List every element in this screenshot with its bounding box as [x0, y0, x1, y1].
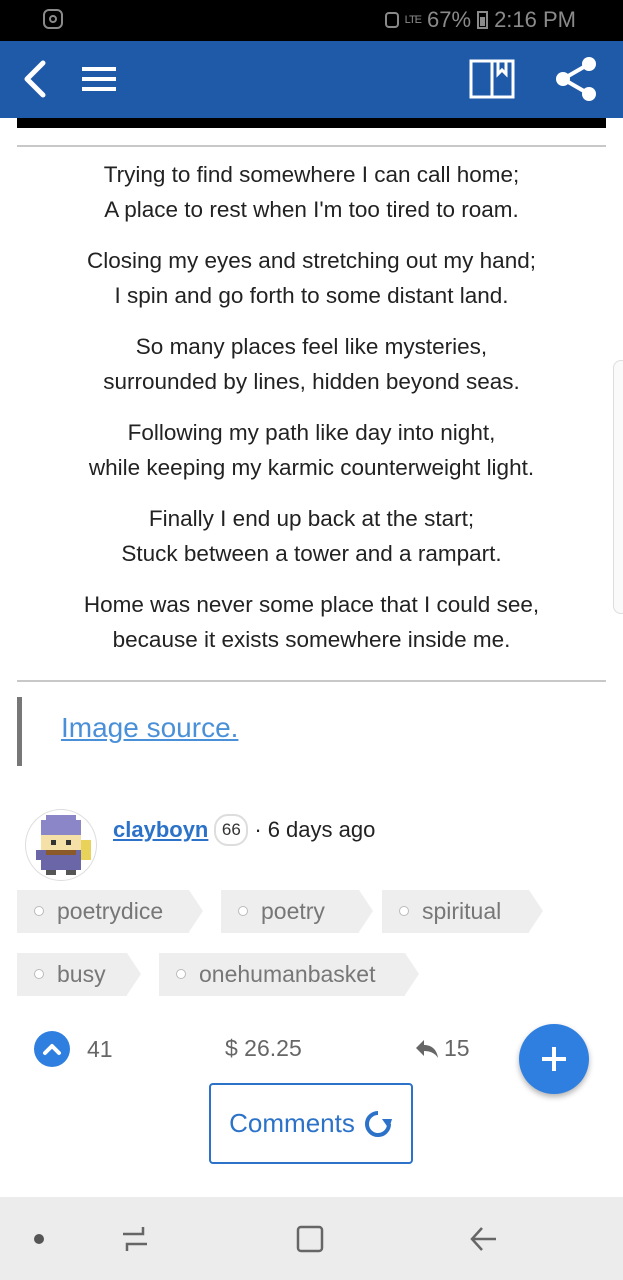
author-line: clayboyn 66 · 6 days ago — [113, 814, 375, 846]
back-button[interactable] — [18, 59, 52, 99]
stanza: So many places feel like mysteries, surr… — [17, 330, 606, 399]
hamburger-menu-icon — [82, 67, 116, 91]
poem-line: while keeping my karmic counterweight li… — [88, 454, 535, 480]
instagram-notification-icon — [43, 9, 63, 29]
poem-line: Following my path like day into night, — [127, 420, 496, 445]
tag-busy[interactable]: busy — [17, 953, 141, 996]
recent-apps-button[interactable] — [115, 1219, 155, 1259]
blockquote-bar — [17, 697, 22, 766]
plus-icon — [542, 1047, 566, 1071]
tag-onehumanbasket[interactable]: onehumanbasket — [159, 953, 419, 996]
divider — [17, 145, 606, 147]
clock: 2:16 PM — [494, 7, 576, 32]
vote-area: 41 — [34, 1031, 113, 1067]
comments-label: Comments — [229, 1108, 355, 1138]
reply-count[interactable]: 15 — [414, 1035, 470, 1062]
stanza: Closing my eyes and stretching out my ha… — [17, 244, 606, 313]
share-icon — [556, 57, 596, 101]
poem-line: because it exists somewhere inside me. — [112, 626, 511, 652]
book-bookmark-icon — [469, 59, 515, 99]
avatar[interactable] — [26, 810, 96, 880]
alarm-icon — [384, 12, 399, 28]
stanza: Trying to find somewhere I can call home… — [17, 158, 606, 227]
tag-poetry[interactable]: poetry — [221, 890, 373, 933]
home-button[interactable] — [290, 1219, 330, 1259]
add-button[interactable] — [519, 1024, 589, 1094]
image-source-link[interactable]: Image source. — [61, 712, 238, 744]
upvote-button[interactable] — [34, 1031, 70, 1067]
tag-spiritual[interactable]: spiritual — [382, 890, 543, 933]
pixel-character-icon — [36, 815, 91, 875]
nav-dot-button[interactable] — [28, 1219, 50, 1259]
stanza: Finally I end up back at the start; Stuc… — [17, 502, 606, 571]
back-nav-button[interactable] — [463, 1219, 503, 1259]
separator: · — [254, 817, 262, 842]
poem-line: Finally I end up back at the start; — [148, 506, 475, 531]
poem-line: surrounded by lines, hidden beyond seas. — [103, 368, 520, 394]
poem-line: Trying to find somewhere I can call home… — [103, 162, 520, 187]
poem-body: Trying to find somewhere I can call home… — [17, 158, 606, 674]
stanza: Home was never some place that I could s… — [17, 588, 606, 657]
home-square-icon — [296, 1225, 324, 1253]
poem-line: A place to rest when I'm too tired to ro… — [104, 196, 519, 222]
status-indicators: LTE 67% 2:16 PM — [384, 7, 576, 33]
back-nav-icon — [470, 1227, 496, 1251]
poem-line: So many places feel like mysteries, — [135, 334, 488, 359]
divider — [17, 680, 606, 682]
reputation-badge: 66 — [214, 814, 249, 846]
system-nav-bar — [0, 1197, 623, 1280]
share-button[interactable] — [553, 55, 599, 103]
reply-arrow-icon — [416, 1039, 438, 1058]
refresh-icon — [364, 1110, 392, 1137]
dot-icon — [34, 1234, 44, 1244]
signal-icon: LTE — [404, 14, 422, 26]
poem-line: Stuck between a tower and a rampart. — [121, 540, 502, 566]
author-name[interactable]: clayboyn — [113, 817, 208, 843]
reply-count-value: 15 — [444, 1035, 470, 1061]
poem-line: I spin and go forth to some distant land… — [114, 282, 509, 308]
comments-button[interactable]: Comments — [209, 1083, 413, 1164]
stanza: Following my path like day into night, w… — [17, 416, 606, 485]
payout-value[interactable]: $ 26.25 — [225, 1035, 302, 1062]
status-bar: LTE 67% 2:16 PM — [0, 0, 623, 41]
menu-button[interactable] — [80, 63, 118, 95]
vote-count: 41 — [87, 1035, 113, 1062]
poem-line: Home was never some place that I could s… — [83, 592, 540, 617]
scroll-indicator[interactable] — [613, 360, 623, 614]
battery-icon — [477, 11, 489, 29]
app-bar — [0, 41, 623, 118]
poem-line: Closing my eyes and stretching out my ha… — [87, 248, 536, 273]
chevron-up-icon — [43, 1044, 61, 1055]
back-arrow-icon — [24, 60, 46, 98]
recent-apps-icon — [123, 1227, 147, 1251]
bookmark-button[interactable] — [468, 58, 516, 100]
tag-poetrydice[interactable]: poetrydice — [17, 890, 203, 933]
post-image-bottom-edge — [17, 118, 606, 128]
battery-percent: 67% — [427, 7, 472, 32]
post-age: 6 days ago — [267, 817, 376, 842]
